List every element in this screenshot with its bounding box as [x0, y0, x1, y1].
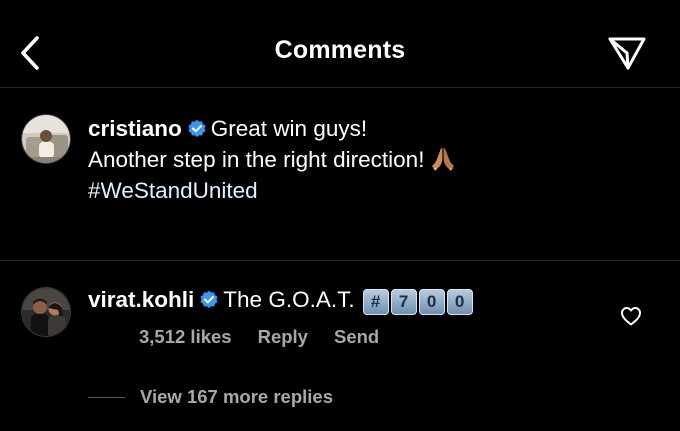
comments-header: Comments	[0, 0, 680, 88]
verified-badge-icon	[200, 290, 218, 308]
caption-line-1: Great win guys!	[210, 116, 368, 141]
caption-hashtag[interactable]: #WeStandUnited	[88, 178, 258, 203]
share-button[interactable]	[606, 34, 648, 74]
comment-body: The G.O.A.T.	[223, 287, 355, 312]
keycap-zero-emoji: 0	[446, 289, 473, 315]
page-title: Comments	[274, 36, 406, 64]
caption-username[interactable]: cristiano	[88, 116, 182, 141]
post-caption: cristiano Great win guys! Another step i…	[0, 88, 680, 261]
keycap-zero-emoji: 0	[418, 289, 445, 315]
avatar[interactable]	[21, 287, 71, 337]
heart-outline-icon	[621, 307, 641, 326]
verified-badge-icon	[188, 119, 206, 137]
comment-item: virat.kohli The G.O.A.T. #7 0 0 3,512 likes…	[0, 262, 680, 431]
likes-count[interactable]: 3,512 likes	[139, 326, 232, 347]
cristiano-avatar-image	[22, 115, 70, 163]
view-replies-label[interactable]: View 167 more replies	[140, 386, 333, 408]
folded-hands-emoji	[432, 148, 455, 171]
reply-button[interactable]: Reply	[258, 326, 308, 347]
send-button[interactable]: Send	[334, 326, 379, 347]
keycap-seven-emoji: 7	[390, 289, 417, 315]
paper-plane-icon	[608, 37, 646, 70]
like-comment-button[interactable]	[619, 304, 643, 328]
caption-line-2: Another step in the right direction!	[88, 147, 425, 172]
caption-text: cristiano Great win guys! Another step i…	[88, 113, 648, 206]
virat-kohli-avatar-image	[22, 288, 70, 336]
comment-meta: 3,512 likes Reply Send	[139, 326, 405, 348]
keycap-hash-emoji: #	[362, 289, 389, 315]
replies-divider	[88, 397, 125, 398]
comment-text: virat.kohli The G.O.A.T. #7 0 0	[88, 286, 473, 315]
comment-username[interactable]: virat.kohli	[88, 287, 194, 312]
avatar[interactable]	[21, 114, 71, 164]
